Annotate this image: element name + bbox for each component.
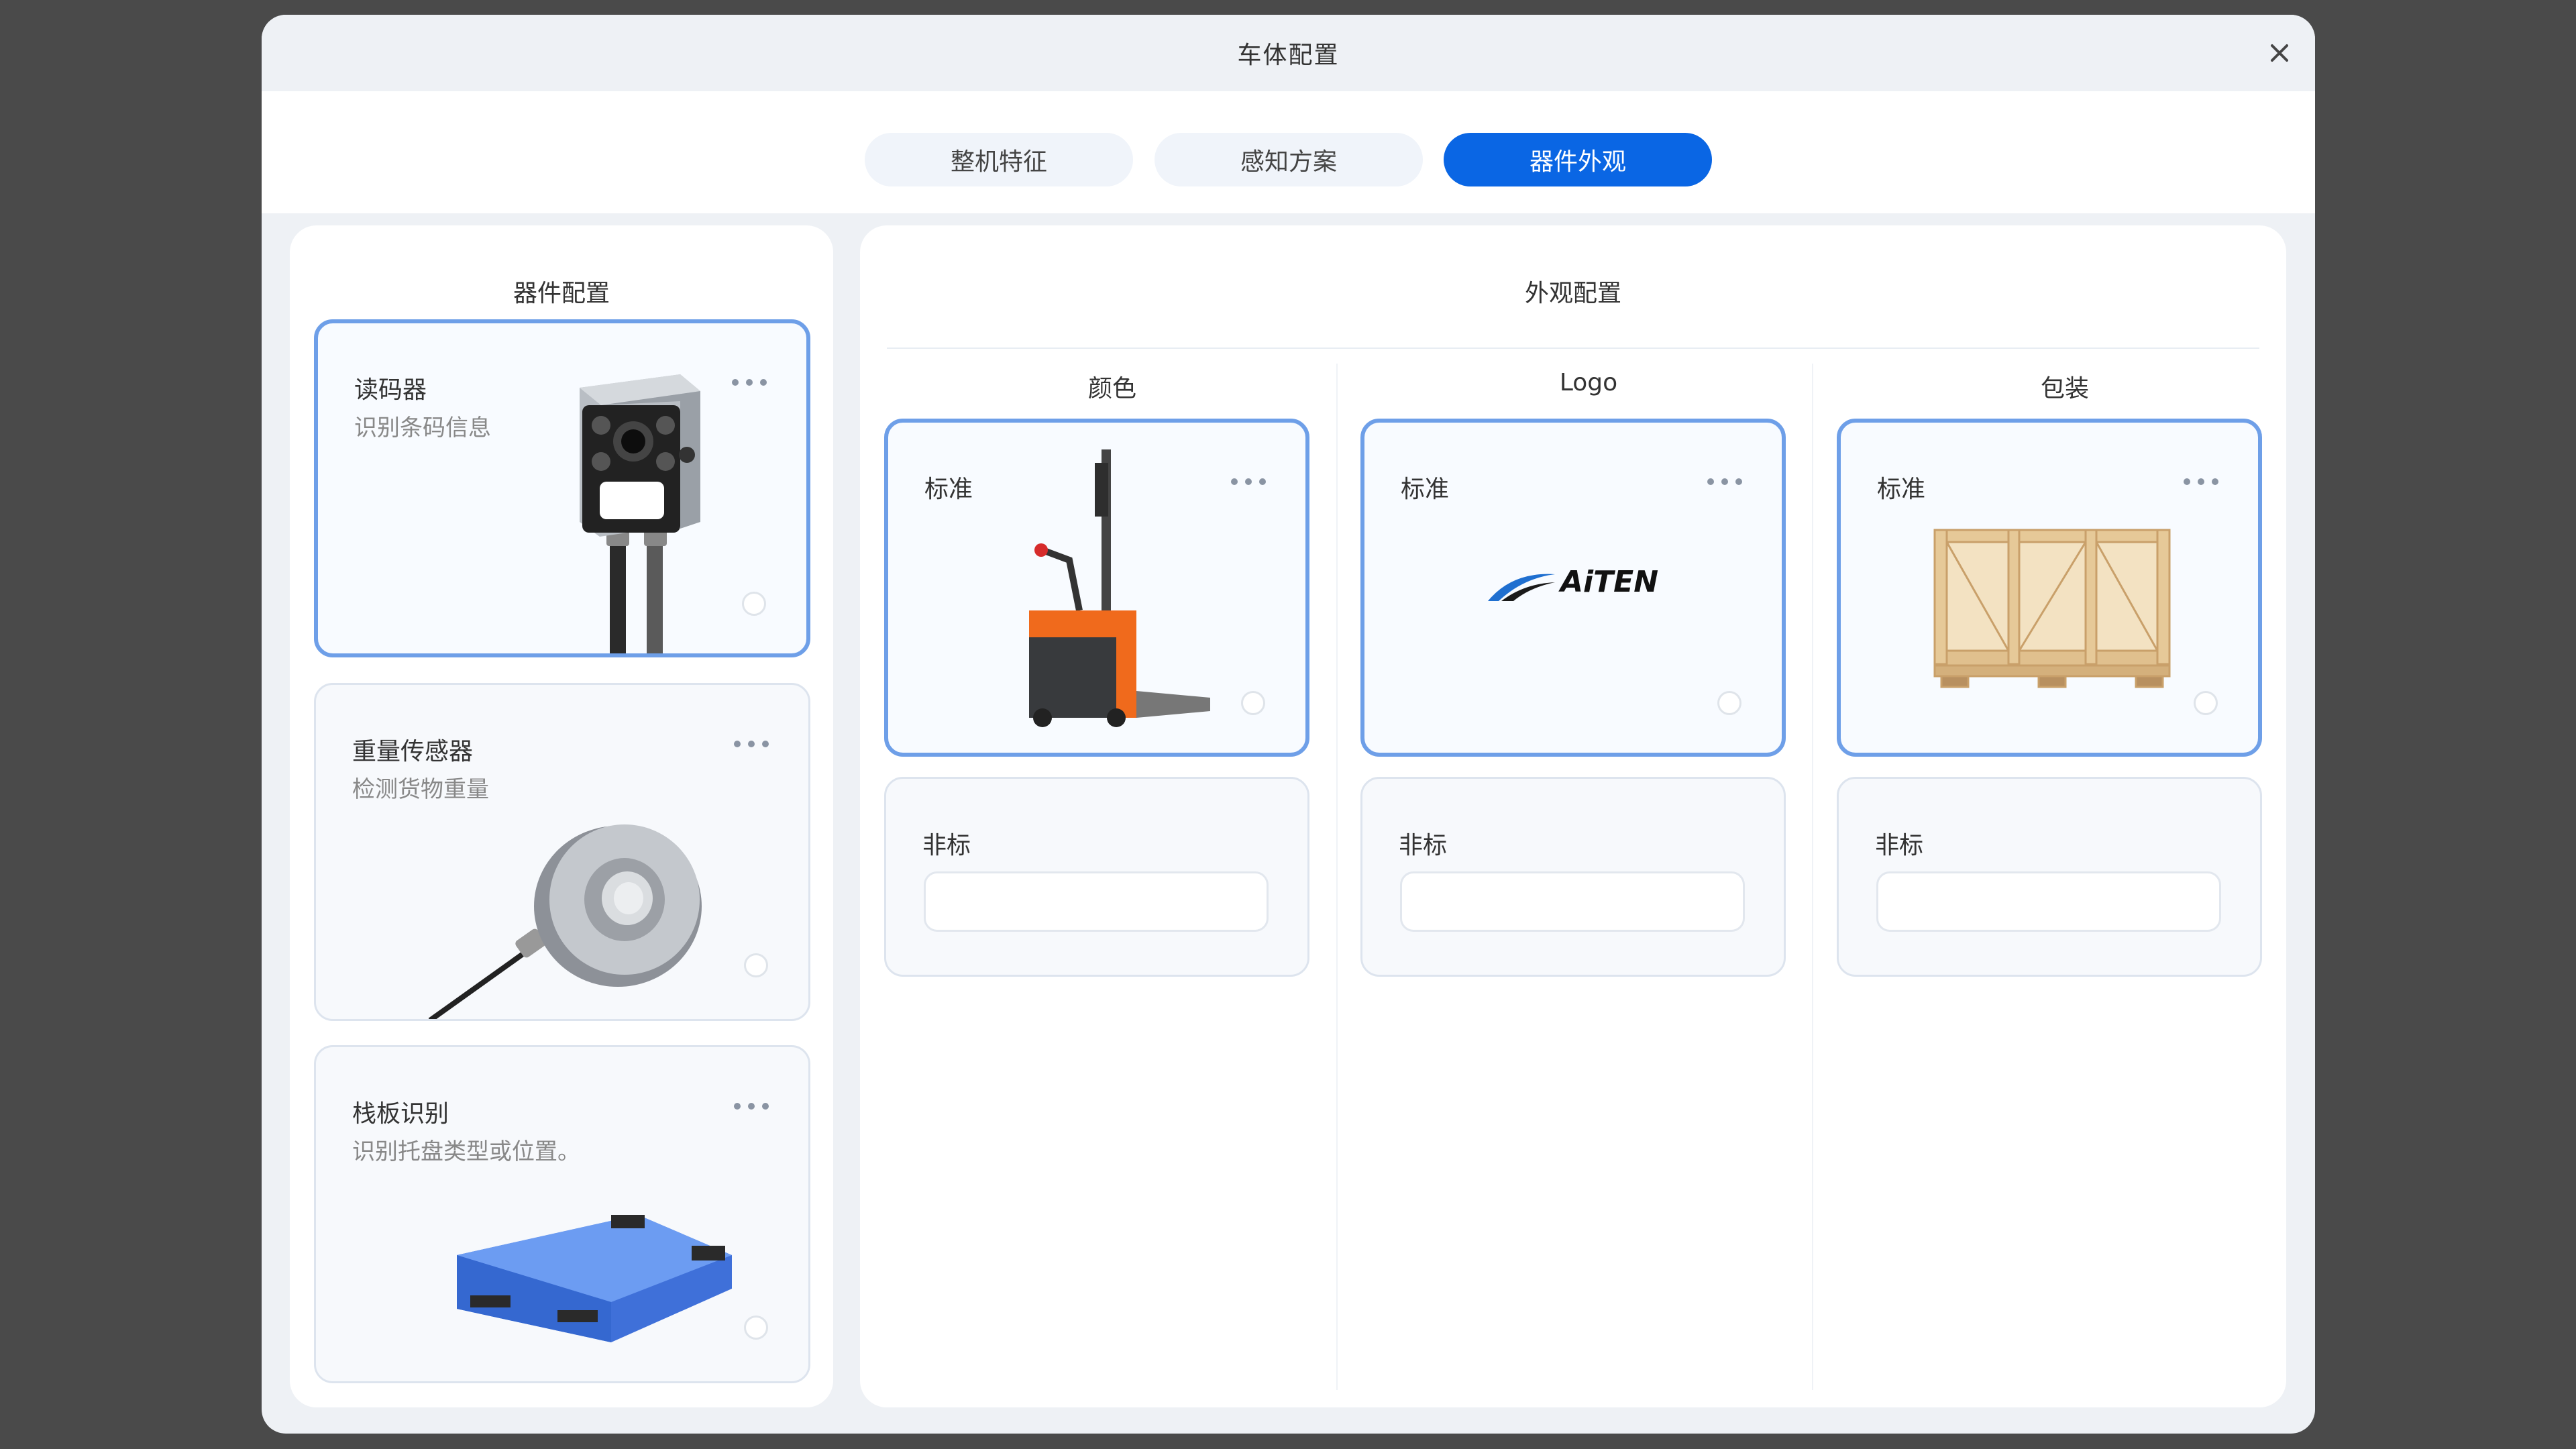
select-radio[interactable] <box>744 953 768 977</box>
select-radio[interactable] <box>742 592 766 616</box>
more-icon[interactable] <box>733 740 769 748</box>
component-card-weight-sensor[interactable]: 重量传感器 检测货物重量 <box>314 683 810 1021</box>
close-icon[interactable] <box>2265 39 2294 67</box>
custom-color-input[interactable] <box>924 871 1269 932</box>
modal-header: 车体配置 <box>262 15 2315 91</box>
aiten-logo: AiTEN <box>1485 562 1680 602</box>
forklift-image <box>1029 449 1210 727</box>
more-icon[interactable] <box>1707 478 1743 486</box>
option-label: 标准 <box>924 476 973 503</box>
select-radio[interactable] <box>744 1316 768 1340</box>
column-title-packaging: 包装 <box>2040 375 2089 402</box>
select-radio[interactable] <box>1241 691 1265 715</box>
more-icon[interactable] <box>2183 478 2219 486</box>
option-label: 非标 <box>1399 832 1448 859</box>
custom-logo-input[interactable] <box>1400 871 1745 932</box>
barcode-reader-image <box>580 374 700 653</box>
component-config-title: 器件配置 <box>513 280 610 307</box>
tab-bar: 整机特征 感知方案 器件外观 <box>262 91 2315 213</box>
more-icon[interactable] <box>731 378 767 386</box>
more-icon[interactable] <box>1230 478 1267 486</box>
wooden-crate-image <box>1933 529 2171 688</box>
logo-swoosh-icon <box>1488 574 1555 601</box>
component-name: 重量传感器 <box>352 738 474 765</box>
weight-sensor-image <box>428 824 702 1019</box>
modal-title: 车体配置 <box>1237 42 1340 69</box>
panel-divider <box>887 347 2259 349</box>
option-label: 非标 <box>922 832 971 859</box>
column-divider <box>1336 364 1338 1390</box>
tab-perception-scheme[interactable]: 感知方案 <box>1155 133 1423 186</box>
appearance-config-title: 外观配置 <box>1524 280 1621 307</box>
tab-component-appearance[interactable]: 器件外观 <box>1444 133 1712 186</box>
component-name: 读码器 <box>354 376 427 404</box>
component-card-pallet-recognition[interactable]: 栈板识别 识别托盘类型或位置。 <box>314 1045 810 1383</box>
appearance-card-logo-custom[interactable]: 非标 <box>1360 777 1786 977</box>
column-title-logo: Logo <box>1559 369 1618 396</box>
component-desc: 识别托盘类型或位置。 <box>352 1138 580 1165</box>
custom-packaging-input[interactable] <box>1876 871 2221 932</box>
component-name: 栈板识别 <box>352 1100 449 1128</box>
tab-machine-features[interactable]: 整机特征 <box>865 133 1133 186</box>
appearance-card-color-custom[interactable]: 非标 <box>884 777 1309 977</box>
option-label: 标准 <box>1401 476 1450 503</box>
column-divider <box>1812 364 1813 1390</box>
logo-text: AiTEN <box>1560 565 1659 599</box>
select-radio[interactable] <box>2194 691 2218 715</box>
component-config-panel: 器件配置 读码器 识别条码信息 重量传感器 检测货物重量 栈板识别 识别托盘类型… <box>290 225 833 1407</box>
component-desc: 识别条码信息 <box>354 415 491 441</box>
config-modal: 车体配置 整机特征 感知方案 器件外观 器件配置 读码器 识别条码信息 重量传感… <box>262 15 2315 1434</box>
component-card-barcode-reader[interactable]: 读码器 识别条码信息 <box>314 319 810 657</box>
appearance-config-panel: 外观配置 颜色 标准 非标 Logo 标准 AiTEN 非标 包装 标准 非标 <box>860 225 2286 1407</box>
appearance-card-color-standard[interactable]: 标准 <box>884 419 1309 757</box>
select-radio[interactable] <box>1717 691 1741 715</box>
appearance-card-packaging-standard[interactable]: 标准 <box>1837 419 2262 757</box>
option-label: 标准 <box>1877 476 1926 503</box>
appearance-card-logo-standard[interactable]: 标准 AiTEN <box>1360 419 1786 757</box>
pallet-image <box>457 1215 732 1342</box>
more-icon[interactable] <box>733 1102 769 1110</box>
appearance-card-packaging-custom[interactable]: 非标 <box>1837 777 2262 977</box>
column-title-color: 颜色 <box>1087 375 1136 402</box>
option-label: 非标 <box>1875 832 1924 859</box>
